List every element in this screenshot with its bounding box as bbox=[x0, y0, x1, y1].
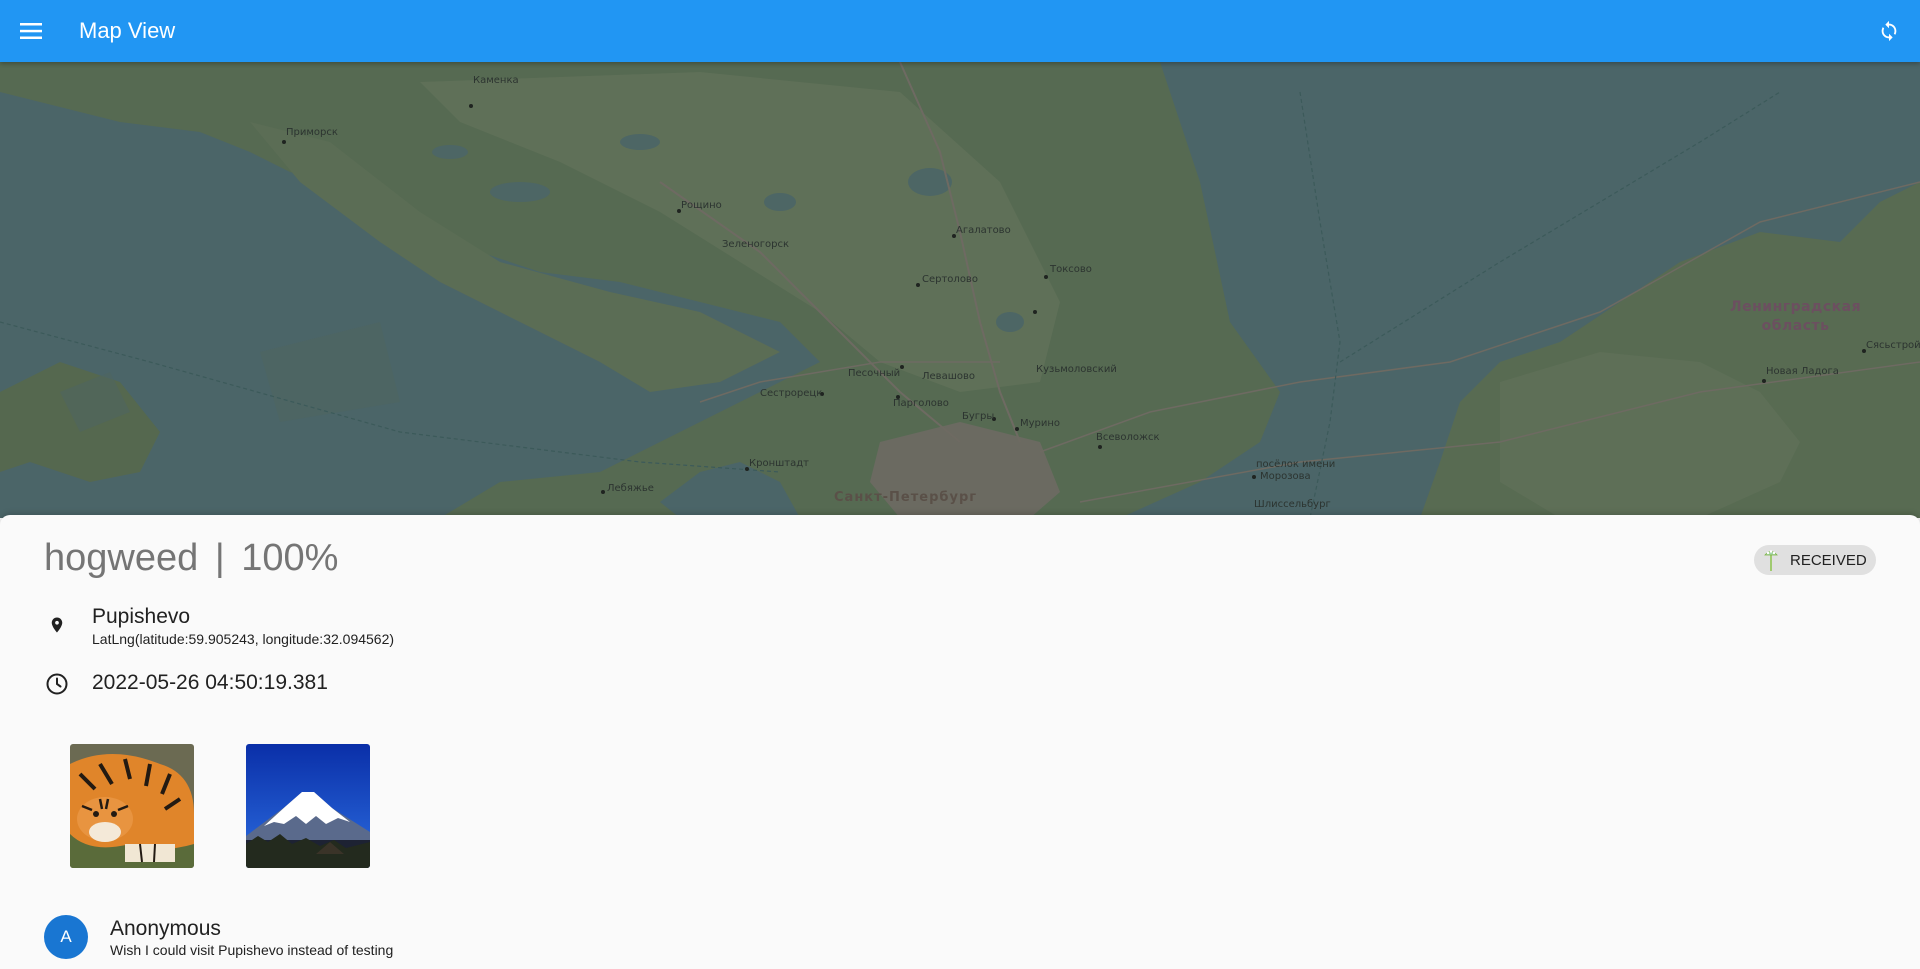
species-name: hogweed bbox=[44, 537, 199, 579]
map-label: Кронштадт bbox=[749, 458, 809, 469]
map-label: Приморск bbox=[286, 127, 338, 138]
timestamp: 2022-05-26 04:50:19.381 bbox=[92, 671, 328, 694]
map-label: Всеволожск bbox=[1096, 432, 1160, 443]
map-label: посёлок имени bbox=[1256, 459, 1336, 470]
app-title: Map View bbox=[79, 18, 176, 43]
place-name: Pupishevo bbox=[92, 605, 191, 628]
headline-separator: | bbox=[214, 537, 225, 579]
map-label-city: Санкт-Петербург bbox=[834, 490, 978, 505]
map-label: Зеленогорск bbox=[722, 239, 790, 250]
map-label: Песочный bbox=[848, 368, 901, 379]
location-pin-icon bbox=[51, 617, 63, 633]
map-label: Рощино bbox=[681, 200, 722, 211]
map-point bbox=[900, 365, 904, 369]
map-point bbox=[1044, 275, 1048, 279]
comment-text: Wish I could visit Pupishevo instead of … bbox=[110, 942, 394, 958]
hogweed-plant-icon bbox=[1764, 550, 1778, 571]
map-point bbox=[469, 104, 473, 108]
map-label-region-line: область bbox=[1761, 318, 1830, 334]
map-label: Левашово bbox=[922, 371, 975, 382]
map-label: Морозова bbox=[1260, 471, 1311, 482]
map-label-region: Ленинградская область bbox=[1730, 298, 1861, 336]
sync-icon bbox=[1881, 20, 1897, 42]
map-label: Сертолово bbox=[922, 274, 978, 285]
comment-author: Anonymous bbox=[110, 917, 221, 940]
map-label: Шлиссельбург bbox=[1254, 499, 1331, 510]
map-point bbox=[1033, 310, 1037, 314]
map-label: Новая Ладога bbox=[1766, 366, 1839, 377]
map-label: Парголово bbox=[893, 398, 949, 409]
status-label: RECEIVED bbox=[1790, 551, 1867, 569]
map-point bbox=[1098, 445, 1102, 449]
menu-button[interactable] bbox=[0, 0, 62, 62]
app-bar: Map View bbox=[0, 0, 1920, 62]
map-point bbox=[282, 140, 286, 144]
detail-sheet: hogweed | 100% RECEIVED Pupishevo LatLng… bbox=[0, 515, 1920, 969]
status-badge: RECEIVED bbox=[1754, 545, 1876, 575]
map-label: Агалатово bbox=[956, 225, 1011, 236]
map-point bbox=[916, 283, 920, 287]
map-point bbox=[1015, 427, 1019, 431]
avatar: A bbox=[44, 915, 88, 959]
menu-icon bbox=[20, 23, 42, 39]
map-label: Мурино bbox=[1020, 418, 1061, 429]
location-row: Pupishevo LatLng(latitude:59.905243, lon… bbox=[44, 605, 394, 647]
map-point bbox=[1762, 379, 1766, 383]
map-view[interactable]: Каменка Приморск Рощино Зеленогорск Агал… bbox=[0, 62, 1920, 518]
photo-thumbnail-tiger[interactable] bbox=[70, 744, 194, 868]
map-label: Лебяжье bbox=[607, 483, 654, 494]
map-label: Бугры bbox=[962, 411, 995, 422]
sync-button[interactable] bbox=[1858, 0, 1920, 62]
map-label: Сестрорецк bbox=[760, 388, 823, 399]
photo-thumbnail-mountain[interactable] bbox=[246, 744, 370, 868]
map-label: Сясьстрой bbox=[1866, 340, 1920, 351]
detection-headline: hogweed | 100% bbox=[44, 537, 338, 580]
clock-icon bbox=[46, 673, 68, 695]
map-label: Каменка bbox=[473, 75, 519, 86]
tiger-photo bbox=[70, 744, 194, 868]
place-coordinates: LatLng(latitude:59.905243, longitude:32.… bbox=[92, 631, 395, 647]
map-point bbox=[601, 490, 605, 494]
map-label: Кузьмоловский bbox=[1036, 364, 1117, 375]
mount-fuji-photo bbox=[246, 744, 370, 868]
map-label-region-line: Ленинградская bbox=[1730, 299, 1862, 315]
timestamp-row: 2022-05-26 04:50:19.381 bbox=[44, 671, 328, 696]
map-label: Токсово bbox=[1050, 264, 1092, 275]
map-point bbox=[1252, 475, 1256, 479]
confidence-value: 100% bbox=[241, 537, 339, 579]
